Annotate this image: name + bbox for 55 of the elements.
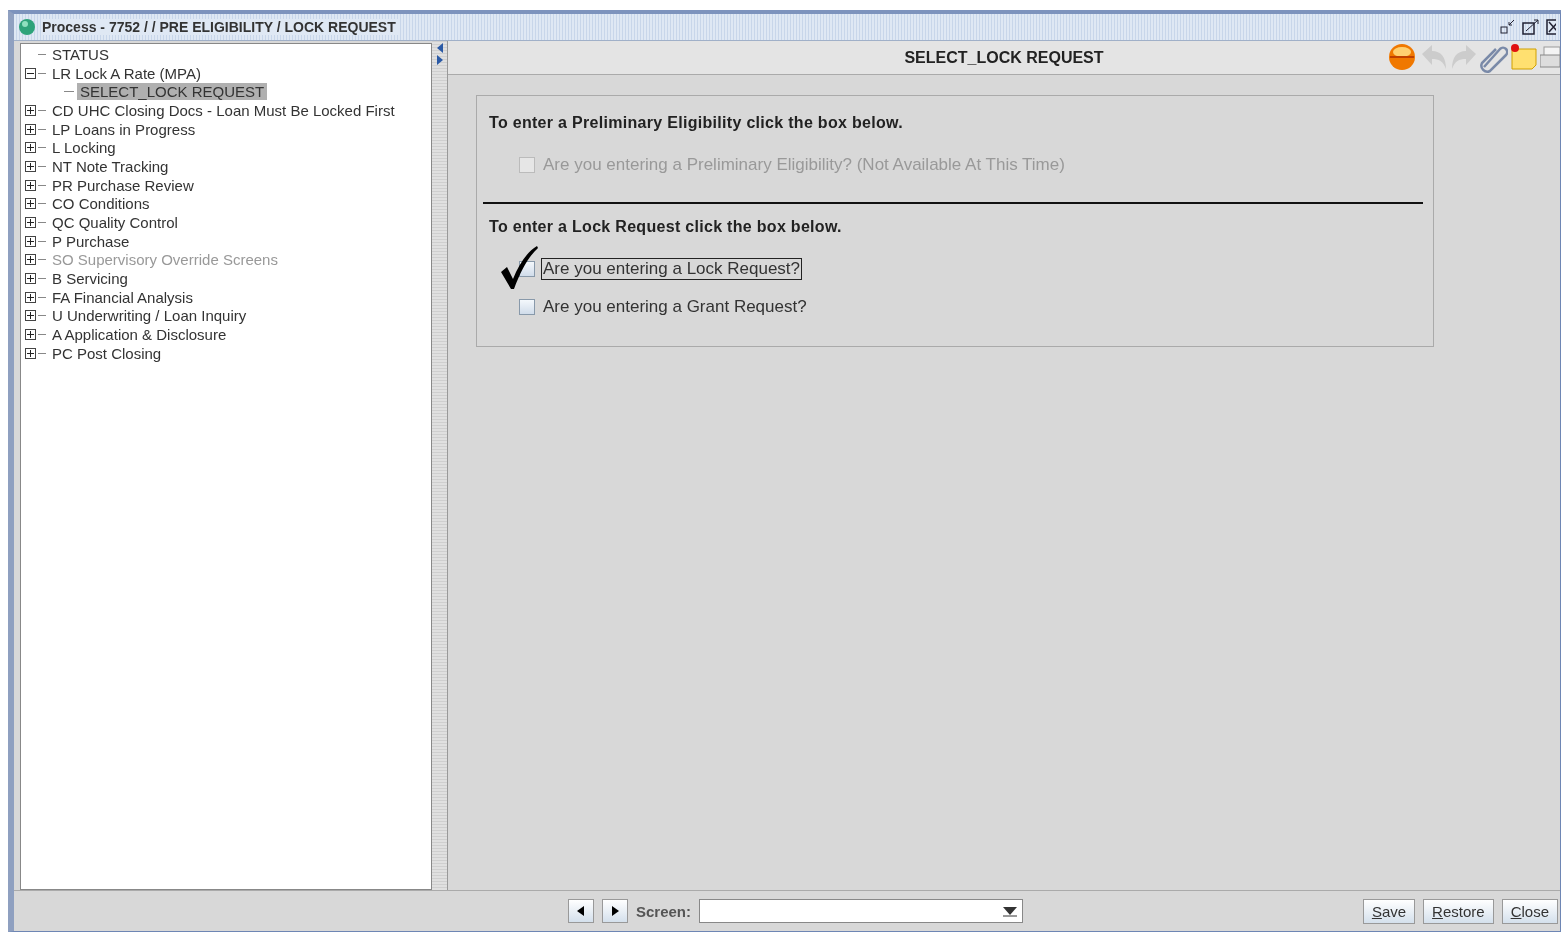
expander-icon[interactable] [25,142,36,154]
dropdown-arrow-icon [1002,905,1019,917]
tree-item[interactable]: LR Lock A Rate (MPA) [49,64,204,82]
tree-item[interactable]: SELECT_LOCK REQUEST [77,83,268,101]
section-heading: To enter a Lock Request click the box below. [489,218,843,236]
checkbox[interactable] [519,299,535,315]
expander-icon[interactable] [25,217,36,229]
left-triangle-icon [577,906,585,916]
tree-item[interactable]: L Locking [49,139,119,157]
footer-button[interactable]: Restore [1423,898,1494,924]
tree-item[interactable]: P Purchase [49,232,133,250]
window-title: Process - 7752 / / PRE ELIGIBILITY / LOCK REQUEST [42,19,400,35]
expander-icon[interactable] [25,291,36,303]
tree-item[interactable]: A Application & Disclosure [49,326,230,344]
tree-item[interactable]: QC Quality Control [49,214,181,232]
screen-label: Screen: [636,902,692,920]
screen-title: SELECT_LOCK REQUEST [904,48,1104,67]
expander-icon[interactable] [25,329,36,341]
checkbox-label[interactable]: Are you entering a Grant Request? [541,296,809,318]
globe-icon [18,18,36,36]
tree-item[interactable]: LP Loans in Progress [49,120,199,138]
section-heading: To enter a Preliminary Eligibility click the box below. [489,114,904,132]
footer-button[interactable]: Save [1362,898,1416,924]
tree-item[interactable]: PC Post Closing [49,344,165,362]
tree-item[interactable]: U Underwriting / Loan Inquiry [49,307,250,325]
expander-icon[interactable] [25,273,36,285]
next-button[interactable] [602,899,628,923]
expander-icon[interactable] [25,123,36,135]
maximize-icon[interactable] [1522,19,1540,35]
expander-icon[interactable] [25,104,36,116]
tree-item[interactable]: FA Financial Analysis [49,288,196,306]
checkbox-label[interactable]: Are you entering a Lock Request? [541,258,803,280]
expand-right-icon[interactable] [436,55,443,65]
expander-icon[interactable] [25,235,36,247]
expander-icon[interactable] [25,160,36,172]
tree-item[interactable]: STATUS [49,45,112,63]
tree-item[interactable]: CD UHC Closing Docs - Loan Must Be Locked First [49,101,398,119]
close-icon[interactable] [1546,19,1556,35]
tree-item[interactable]: CO Conditions [49,195,153,213]
tree-item[interactable]: B Servicing [49,270,131,288]
previous-button[interactable] [568,899,594,923]
tree-item[interactable]: NT Note Tracking [49,157,172,175]
sticky-note-icon[interactable] [1510,43,1538,71]
minimize-icon[interactable] [1500,19,1516,35]
footer-button[interactable]: Close [1501,898,1558,924]
expander-icon[interactable] [25,67,36,79]
expander-icon[interactable] [25,179,36,191]
collapse-left-icon[interactable] [436,43,443,53]
screen-dropdown[interactable] [699,899,1024,923]
expander-icon[interactable] [25,310,36,322]
expander-icon[interactable] [25,198,36,210]
tree-item[interactable]: PR Purchase Review [49,176,197,194]
status-ball-icon[interactable] [1388,43,1418,71]
right-triangle-icon [611,906,619,916]
expander-icon[interactable] [25,347,36,359]
